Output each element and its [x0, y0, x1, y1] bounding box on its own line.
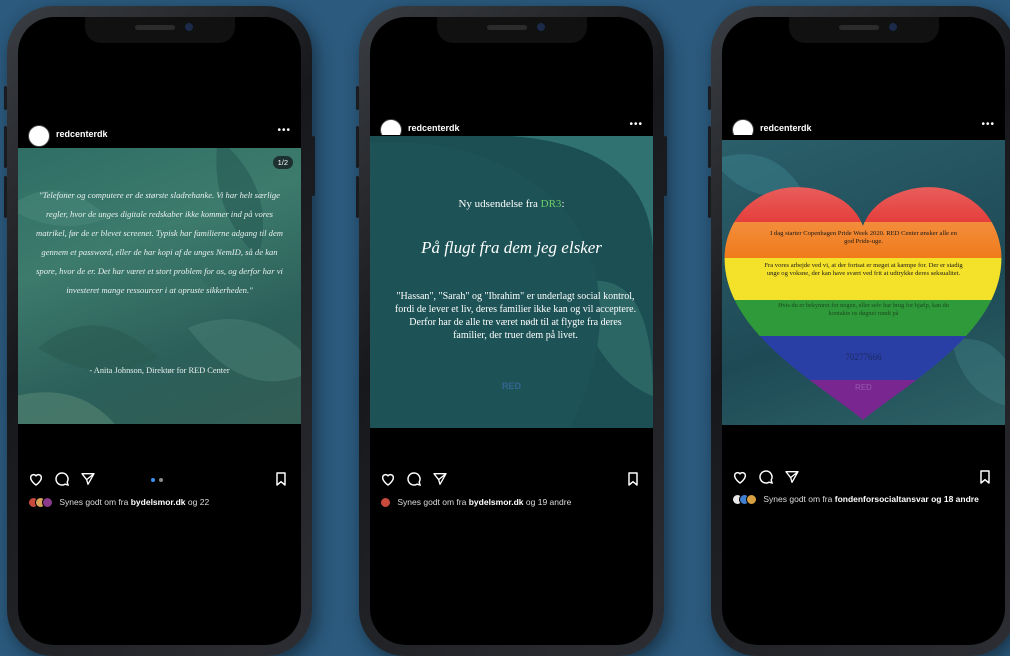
likes-suffix: og 19 andre: [525, 497, 572, 507]
heart-icon[interactable]: [28, 471, 44, 487]
likes-suffix: og 18 andre: [931, 494, 979, 504]
heart-icon[interactable]: [732, 469, 748, 485]
username[interactable]: redcenterdk: [408, 123, 460, 133]
share-icon[interactable]: [432, 471, 448, 487]
phone-2: redcenterdk ••• Ny udsendelse fra DR3: P…: [356, 6, 667, 656]
phone-screen: redcenterdk ••• I dag starter Copenhagen…: [722, 17, 1005, 645]
pride-text-2: Fra vores arbejde ved vi, at der fortsat…: [764, 262, 963, 277]
red-logo: RED: [855, 383, 872, 392]
liker-avatar: [380, 497, 391, 509]
likes-user[interactable]: fondenforsocialtansvar: [835, 494, 929, 504]
announcement-colon: :: [561, 198, 565, 210]
volume-down-button: [708, 176, 711, 218]
comment-icon[interactable]: [406, 471, 422, 487]
volume-up-button: [356, 126, 359, 168]
likes-text[interactable]: Synes godt om fra bydelsmor.dk og 19 and…: [380, 497, 645, 509]
power-button: [664, 136, 667, 196]
share-icon[interactable]: [784, 469, 800, 485]
action-bar: [370, 471, 653, 491]
volume-up-button: [708, 126, 711, 168]
pride-text-3: Hvis du er bekymret for nogen, eller sel…: [778, 302, 949, 317]
bookmark-icon[interactable]: [977, 469, 993, 485]
comment-icon[interactable]: [54, 471, 70, 487]
action-bar: [18, 471, 301, 491]
liker-avatar: [746, 494, 757, 506]
likes-prefix: Synes godt om fra: [59, 497, 129, 507]
likes-suffix: og 22: [187, 497, 210, 507]
liker-avatar: [42, 497, 53, 509]
volume-down-button: [4, 176, 7, 218]
announcement-prefix: Ny udsendelse fra: [458, 198, 538, 210]
profile-avatar[interactable]: [732, 119, 754, 135]
notch: [436, 17, 587, 43]
volume-down-button: [356, 176, 359, 218]
post-image[interactable]: 1/2 "Telefoner og computere er de størst…: [18, 148, 301, 424]
more-options-icon[interactable]: •••: [277, 125, 291, 136]
likes-prefix: Synes godt om fra: [397, 497, 467, 507]
body-text: "Hassan", "Sarah" og "Ibrahim" er underl…: [394, 291, 637, 341]
phone-number[interactable]: 70277666: [722, 352, 1005, 362]
more-options-icon[interactable]: •••: [629, 119, 643, 130]
quote-signature: - Anita Johnson, Direktør for RED Center: [89, 366, 230, 375]
mute-switch: [356, 86, 359, 110]
action-bar: [722, 469, 1005, 489]
post-image[interactable]: I dag starter Copenhagen Pride Week 2020…: [722, 140, 1005, 425]
username[interactable]: redcenterdk: [56, 129, 108, 139]
comment-icon[interactable]: [758, 469, 774, 485]
power-button: [312, 136, 315, 196]
likes-text[interactable]: Synes godt om fra bydelsmor.dk og 22: [28, 497, 293, 509]
volume-up-button: [4, 126, 7, 168]
bookmark-icon[interactable]: [273, 471, 289, 487]
bookmark-icon[interactable]: [625, 471, 641, 487]
headline: På flugt fra dem jeg elsker: [421, 238, 602, 257]
mute-switch: [708, 86, 711, 110]
carousel-dots: [151, 478, 163, 482]
likes-text[interactable]: Synes godt om fra fondenforsocialtansvar…: [732, 494, 997, 506]
post-header[interactable]: redcenterdk •••: [18, 123, 301, 149]
likes-user[interactable]: bydelsmor.dk: [131, 497, 186, 507]
more-options-icon[interactable]: •••: [981, 119, 995, 130]
dr3-channel[interactable]: DR3: [541, 198, 562, 210]
phone-screen: redcenterdk ••• 1/2 "Telefoner og comput…: [18, 17, 301, 645]
red-logo: RED: [501, 381, 521, 391]
carousel-counter: 1/2: [272, 156, 293, 169]
post-image[interactable]: Ny udsendelse fra DR3: På flugt fra dem …: [370, 136, 653, 428]
likes-user[interactable]: bydelsmor.dk: [469, 497, 524, 507]
announcement: Ny udsendelse fra DR3:: [370, 198, 653, 210]
phone-screen: redcenterdk ••• Ny udsendelse fra DR3: P…: [370, 17, 653, 645]
phone-3: redcenterdk ••• I dag starter Copenhagen…: [708, 6, 1010, 656]
notch: [788, 17, 939, 43]
share-icon[interactable]: [80, 471, 96, 487]
phone-1: redcenterdk ••• 1/2 "Telefoner og comput…: [4, 6, 315, 656]
profile-avatar[interactable]: [28, 125, 50, 147]
quote-text: "Telefoner og computere er de største sl…: [35, 190, 283, 295]
notch: [84, 17, 235, 43]
username[interactable]: redcenterdk: [760, 123, 812, 133]
pride-text-1: I dag starter Copenhagen Pride Week 2020…: [770, 230, 957, 245]
heart-icon[interactable]: [380, 471, 396, 487]
likes-prefix: Synes godt om fra: [763, 494, 833, 504]
mute-switch: [4, 86, 7, 110]
